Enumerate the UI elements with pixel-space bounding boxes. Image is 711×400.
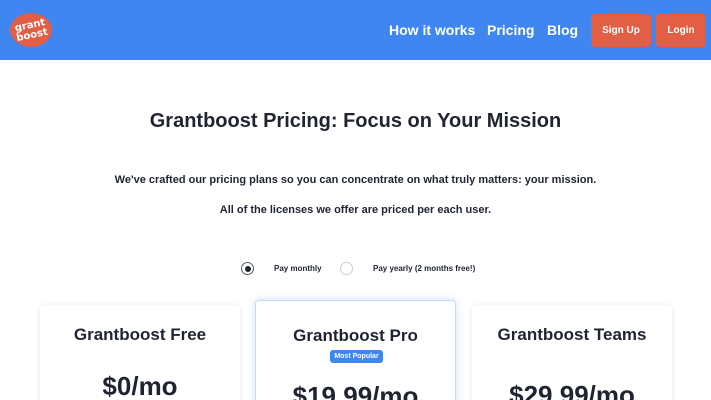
page-title: Grantboost Pricing: Focus on Your Missio… <box>149 110 562 132</box>
pay-monthly-radio[interactable] <box>241 262 254 275</box>
nav-link-blog[interactable]: Blog <box>547 22 578 38</box>
pay-yearly-label[interactable]: Pay yearly (2 months free!) <box>373 264 475 273</box>
plan-price: $0/mo <box>102 371 178 400</box>
pay-yearly-radio[interactable] <box>340 262 353 275</box>
plan-name: Grantboost Free <box>73 325 207 344</box>
nav-link-pricing[interactable]: Pricing <box>487 22 534 38</box>
plan-name: Grantboost Teams <box>497 325 647 344</box>
plan-card-pro: Grantboost Pro Most Popular $19.99/mo <box>255 300 456 400</box>
page-subtitle: We've crafted our pricing plans so you c… <box>114 174 597 186</box>
plan-price: $29.99/mo <box>509 380 635 400</box>
plan-card-free: Grantboost Free $0/mo <box>40 305 240 400</box>
login-button[interactable]: Login <box>656 14 706 47</box>
nav-link-how-it-works[interactable]: How it works <box>389 22 475 38</box>
plan-card-teams: Grantboost Teams $29.99/mo <box>472 305 672 400</box>
plan-price: $19.99/mo <box>292 381 419 400</box>
licensing-note: All of the licenses we offer are priced … <box>219 204 492 216</box>
sign-up-button[interactable]: Sign Up <box>591 14 651 47</box>
grantboost-logo[interactable]: grant boost <box>9 12 53 48</box>
pay-monthly-label[interactable]: Pay monthly <box>274 264 322 273</box>
most-popular-badge: Most Popular <box>330 350 383 363</box>
plan-name: Grantboost Pro <box>293 326 418 345</box>
top-navbar: grant boost How it works Pricing Blog Si… <box>0 0 711 60</box>
